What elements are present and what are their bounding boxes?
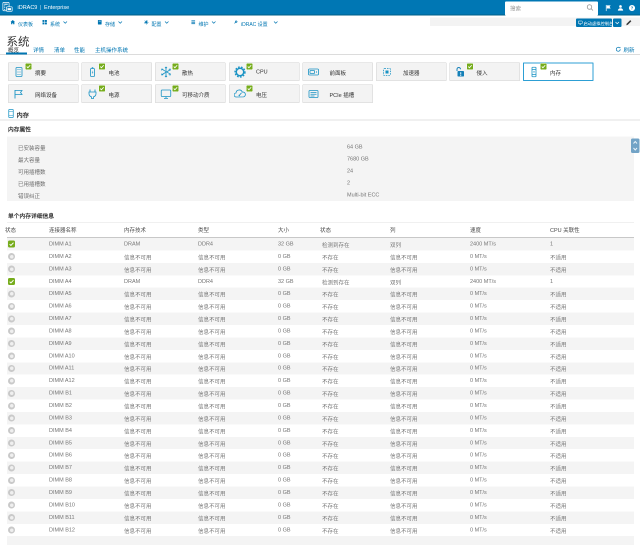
svg-text:?: ?	[631, 6, 634, 11]
